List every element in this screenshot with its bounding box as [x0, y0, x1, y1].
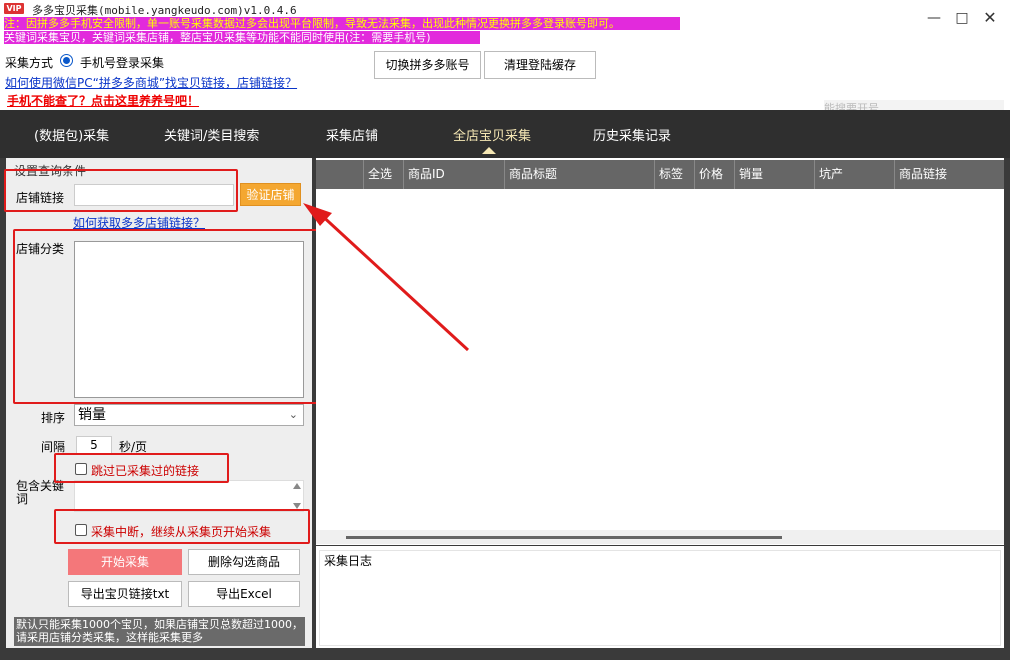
- keyword-label: 包含关键词: [16, 479, 65, 506]
- phone-login-label[interactable]: 手机号登录采集: [80, 54, 164, 71]
- highlight-resume-collect: [54, 509, 310, 544]
- col-sales: 销量: [735, 160, 815, 189]
- export-excel-button[interactable]: 导出Excel: [188, 581, 300, 607]
- tab-packet-collect[interactable]: (数据包)采集: [34, 125, 109, 144]
- table-header: 全选 商品ID 商品标题 标签 价格 销量 坑产 商品链接: [316, 160, 1004, 189]
- notice-banner-2: 关键词采集宝贝，关键词采集店铺，整店宝贝采集等功能不能同时使用(注：需要手机号): [4, 31, 480, 44]
- maximize-icon[interactable]: □: [952, 8, 972, 28]
- clear-cache-button[interactable]: 清理登陆缓存: [484, 51, 596, 79]
- verify-shop-button[interactable]: 验证店铺: [240, 183, 301, 206]
- tab-history[interactable]: 历史采集记录: [593, 125, 671, 144]
- main-tab-bar: (数据包)采集 关键词/类目搜索 采集店铺 全店宝贝采集 历史采集记录: [0, 110, 1010, 158]
- col-product-link: 商品链接: [899, 167, 948, 181]
- scrollbar-thumb[interactable]: [346, 536, 782, 539]
- product-table: 全选 商品ID 商品标题 标签 价格 销量 坑产 商品链接: [316, 158, 1004, 545]
- highlight-skip-collected: [54, 453, 229, 483]
- collect-log-box[interactable]: [319, 550, 1001, 646]
- export-txt-button[interactable]: 导出宝贝链接txt: [68, 581, 182, 607]
- keyword-textarea[interactable]: [74, 480, 304, 512]
- col-output: 坑产: [815, 160, 895, 189]
- window-title: 多多宝贝采集(mobile.yangkeudo.com)v1.0.4.6: [32, 4, 297, 17]
- table-horizontal-scrollbar[interactable]: [316, 530, 1004, 544]
- collect-limit-note: 默认只能采集1000个宝贝，如果店铺宝贝总数超过1000，请采用店铺分类采集，这…: [14, 617, 305, 646]
- highlight-shop-category: [13, 229, 319, 404]
- title-bar: VIP 多多宝贝采集(mobile.yangkeudo.com)v1.0.4.6…: [0, 0, 1010, 46]
- notice-banner-1: 注：因拼多多手机安全限制，单一账号采集数据过多会出现平台限制，导致无法采集，出现…: [4, 17, 680, 30]
- tab-keyword-search[interactable]: 关键词/类目搜索: [164, 125, 259, 144]
- col-price: 价格: [695, 160, 735, 189]
- col-select-all[interactable]: 全选: [364, 160, 404, 189]
- sort-label: 排序: [41, 411, 66, 425]
- collect-log-label: 采集日志: [322, 552, 375, 569]
- start-collect-button[interactable]: 开始采集: [68, 549, 182, 575]
- chevron-down-icon: ⌄: [288, 408, 298, 421]
- tab-whole-shop-collect[interactable]: 全店宝贝采集: [453, 125, 531, 144]
- delete-selected-button[interactable]: 删除勾选商品: [188, 549, 300, 575]
- col-tags: 标签: [655, 160, 695, 189]
- col-product-id: 商品ID: [404, 160, 505, 189]
- tab-collect-shop[interactable]: 采集店铺: [326, 125, 378, 144]
- vip-logo: VIP: [4, 3, 24, 14]
- scroll-up-icon[interactable]: [293, 483, 301, 489]
- top-toolbar: 采集方式 手机号登录采集 如何使用微信PC“拼多多商城”找宝贝链接，店铺链接？ …: [0, 46, 1010, 114]
- active-tab-indicator: [482, 147, 496, 154]
- minimize-icon[interactable]: —: [924, 8, 944, 28]
- phone-login-radio[interactable]: [60, 54, 73, 67]
- collect-mode-label: 采集方式: [5, 56, 54, 70]
- sort-select[interactable]: 销量 ⌄: [74, 404, 304, 426]
- highlight-shop-link: [4, 169, 238, 212]
- col-product-title: 商品标题: [505, 160, 655, 189]
- col-blank: [316, 160, 364, 189]
- raise-account-link[interactable]: 手机不能查了？点击这里养养号吧！: [7, 92, 199, 109]
- collect-log-panel: 采集日志: [316, 546, 1004, 648]
- sort-select-value: 销量: [78, 407, 106, 423]
- close-icon[interactable]: ✕: [980, 8, 1000, 28]
- switch-account-button[interactable]: 切换拼多多账号: [374, 51, 481, 79]
- wechat-help-link[interactable]: 如何使用微信PC“拼多多商城”找宝贝链接，店铺链接？: [5, 74, 297, 91]
